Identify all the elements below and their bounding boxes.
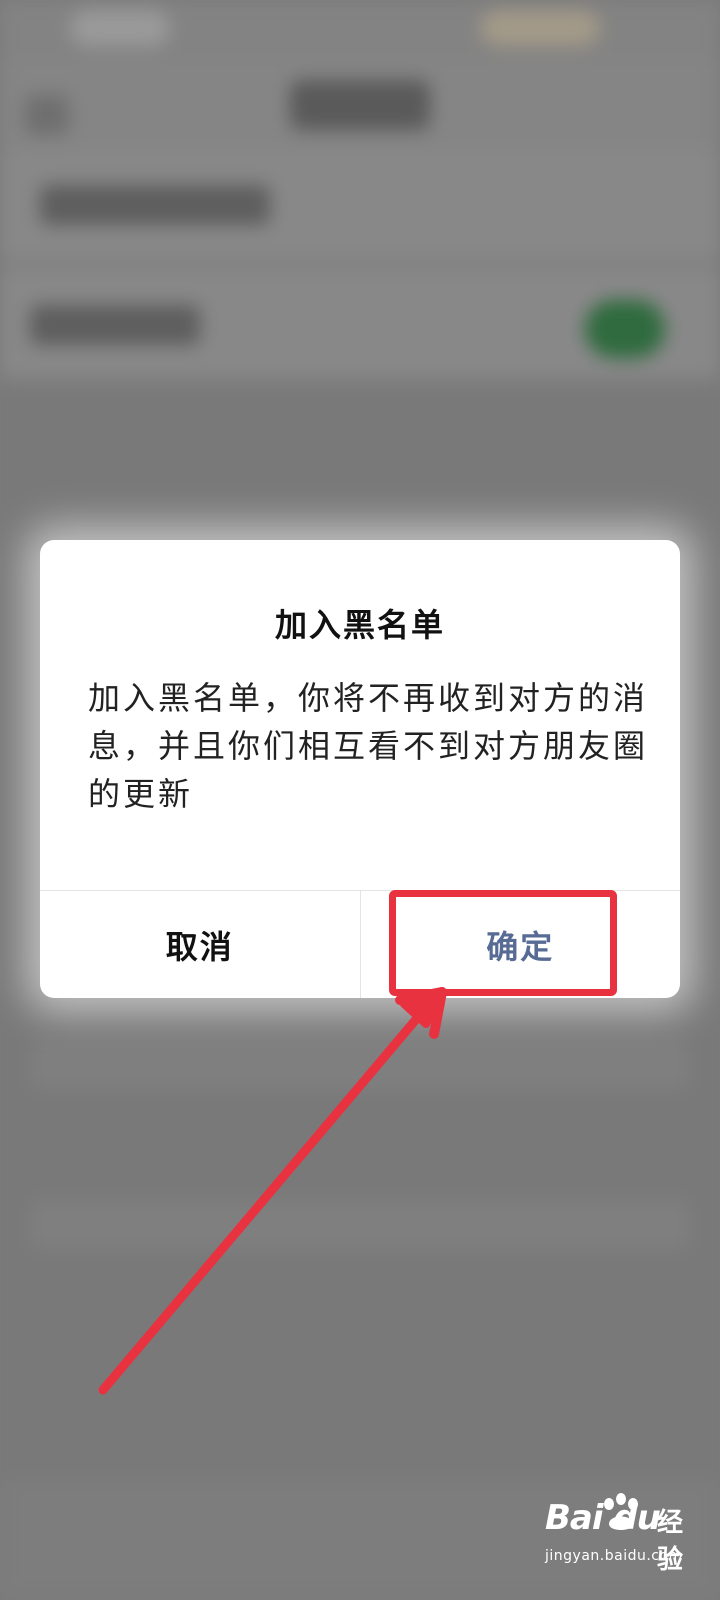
- settings-row-1-label: [40, 185, 270, 225]
- watermark-url: jingyan.baidu.com: [545, 1548, 683, 1564]
- paw-icon: [604, 1493, 638, 1530]
- blacklist-dialog: 加入黑名单 加入黑名单，你将不再收到对方的消息，并且你们相互看不到对方朋友圈的更…: [40, 540, 680, 998]
- status-battery: [480, 10, 600, 46]
- content-row: [30, 1200, 690, 1250]
- toggle-switch: [585, 300, 665, 358]
- nav-title: [290, 80, 430, 130]
- status-time: [70, 10, 170, 46]
- baidu-jingyan-watermark: Bai du 经验 jingyan.baidu.com: [545, 1488, 705, 1588]
- watermark-subtitle: 经验: [657, 1508, 684, 1575]
- dialog-title: 加入黑名单: [274, 606, 445, 644]
- content-row: [30, 1040, 690, 1090]
- confirm-button[interactable]: 确定: [361, 891, 681, 998]
- settings-row-2-label: [30, 305, 200, 345]
- back-icon: [25, 95, 69, 135]
- dialog-message: 加入黑名单，你将不再收到对方的消息，并且你们相互看不到对方朋友圈的更新: [88, 679, 649, 813]
- dialog-footer: 取消 确定: [40, 890, 680, 998]
- row-divider: [0, 260, 720, 268]
- cancel-button[interactable]: 取消: [40, 891, 361, 998]
